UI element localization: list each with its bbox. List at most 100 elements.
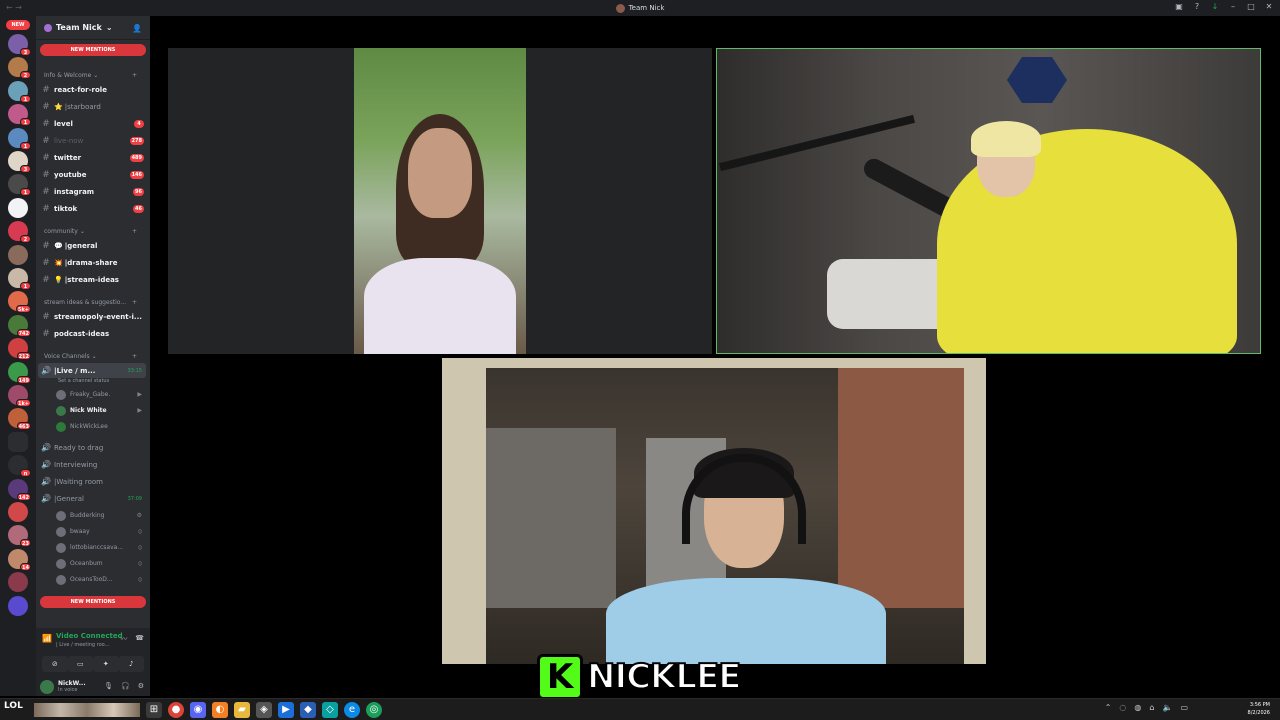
battery-icon[interactable]: ▭ — [1180, 703, 1188, 712]
video-tile-3[interactable] — [442, 358, 986, 664]
explorer-icon[interactable]: ▰ — [234, 702, 250, 718]
headphones-icon[interactable]: 🎧 — [121, 682, 130, 690]
user-panel[interactable]: NickW... In voice 🎙 🎧 ⚙ — [36, 678, 150, 696]
channel-drama-share[interactable]: # 💥 | drama-share — [38, 255, 146, 270]
server-icon[interactable]: 742 — [8, 314, 31, 337]
new-mentions-bottom-button[interactable]: NEW MENTIONS — [40, 596, 146, 608]
voice-user[interactable]: OceansTooD... ⦸ — [56, 572, 146, 587]
server-icon[interactable]: 3 — [8, 34, 31, 56]
app-icon[interactable]: ▶ — [278, 702, 294, 718]
voice-channel-live[interactable]: 🔊 | Live / m... 33:15 — [38, 363, 146, 378]
server-icon[interactable]: 463 — [8, 408, 31, 431]
clock[interactable]: 3:56 PM 8/2/2026 — [1248, 701, 1270, 717]
channel-podcast-ideas[interactable]: # podcast-ideas — [38, 326, 146, 341]
app-icon[interactable]: ◆ — [300, 702, 316, 718]
category-voice[interactable]: Voice Channels ⌄ + — [44, 353, 137, 360]
gear-icon[interactable]: ⚙ — [138, 682, 144, 690]
category-stream-ideas[interactable]: stream ideas & suggestio... + — [44, 299, 137, 306]
voice-user[interactable]: Budderking ⚙ — [56, 508, 146, 523]
server-icon[interactable]: 23 — [8, 525, 31, 548]
channel-starboard[interactable]: # ⭐ | starboard — [38, 99, 146, 114]
close-icon[interactable]: ✕ — [1264, 2, 1274, 12]
channel-twitter[interactable]: # twitter 489 — [38, 150, 146, 165]
disconnect-icon[interactable]: ☎ — [135, 634, 144, 644]
add-person-icon[interactable]: 👤 — [132, 24, 142, 33]
voice-user[interactable]: lottobianccsava... ⦸ — [56, 540, 146, 555]
server-icon[interactable]: 14 — [8, 548, 31, 571]
server-icon[interactable]: 2 — [8, 57, 31, 80]
minimize-icon[interactable]: – — [1228, 2, 1238, 12]
noise-suppression-icon[interactable]: 〰 — [120, 634, 127, 644]
channel-stream-ideas[interactable]: # 💡 | stream-ideas — [38, 272, 146, 287]
server-icon[interactable]: 1 — [8, 104, 31, 127]
download-icon[interactable]: ↓ — [1210, 2, 1220, 12]
server-icon[interactable]: 5k+ — [8, 291, 31, 314]
camera-off-button[interactable]: ⊘ — [42, 656, 68, 672]
channel-react-for-role[interactable]: # react-for-role — [38, 82, 146, 97]
server-icon[interactable] — [8, 502, 28, 522]
voice-user[interactable]: Freaky_Gabe. ▶ — [56, 387, 146, 402]
soundboard-button[interactable]: ♪ — [118, 656, 144, 672]
back-forward-icon[interactable]: ← → — [6, 3, 22, 12]
voice-channel-general[interactable]: 🔊 | General 37:09 — [38, 491, 146, 506]
channel-youtube[interactable]: # youtube 146 — [38, 167, 146, 182]
server-icon[interactable] — [8, 431, 28, 452]
maximize-icon[interactable]: □ — [1246, 2, 1256, 12]
server-icon[interactable]: 1 — [8, 174, 31, 197]
discord-icon[interactable]: ◉ — [190, 702, 206, 718]
voice-channel-interviewing[interactable]: 🔊 Interviewing — [38, 457, 146, 472]
chevron-up-icon[interactable]: ⌃ — [1105, 703, 1112, 712]
channel-general[interactable]: # 💬 | general — [38, 238, 146, 253]
tray-icon[interactable]: ◌ — [1119, 703, 1126, 712]
tray-icon[interactable]: ◍ — [1134, 703, 1141, 712]
inbox-icon[interactable]: ▣ — [1174, 2, 1184, 12]
app-icon[interactable]: ◎ — [366, 702, 382, 718]
voice-channel-ready[interactable]: 🔊 Ready to drag — [38, 440, 146, 455]
server-icon[interactable] — [8, 595, 28, 616]
channel-level[interactable]: # level 4 — [38, 116, 146, 131]
server-icon[interactable]: 212 — [8, 338, 31, 361]
network-icon[interactable]: ⌂ — [1149, 703, 1154, 712]
new-badge[interactable]: NEW — [6, 20, 30, 30]
volume-icon[interactable]: 🔈 — [1162, 703, 1172, 712]
channel-status[interactable]: Set a channel status — [58, 378, 109, 384]
microphone-icon[interactable]: 🎙 — [104, 682, 113, 690]
server-icon[interactable] — [8, 244, 28, 265]
server-icon[interactable]: 1k+ — [8, 385, 31, 407]
server-icon[interactable] — [8, 572, 28, 593]
server-icon[interactable]: 1 — [8, 268, 31, 290]
voice-channel-name[interactable]: | Live / meeting roo... — [56, 642, 109, 648]
help-icon[interactable]: ? — [1192, 2, 1202, 12]
server-icon[interactable]: n — [8, 455, 31, 478]
server-icon[interactable] — [8, 197, 28, 218]
voice-user[interactable]: NickWickLee — [56, 419, 146, 434]
app-icon[interactable]: ◈ — [256, 702, 272, 718]
server-icon[interactable]: 1 — [8, 80, 31, 103]
channel-streamopoly[interactable]: # streamopoly-event-i... — [38, 309, 146, 324]
screen-share-button[interactable]: ▭ — [67, 656, 93, 672]
category-community[interactable]: community ⌄ + — [44, 228, 137, 235]
voice-channel-waiting[interactable]: 🔊 | Waiting room — [38, 474, 146, 489]
voice-user[interactable]: Nick White ▶ — [56, 403, 146, 418]
voice-user[interactable]: Oceanbum ⦸ — [56, 556, 146, 571]
signal-icon[interactable]: 📶 — [42, 634, 52, 643]
start-icon[interactable]: ⊞ — [146, 702, 162, 718]
server-icon[interactable]: 1 — [8, 127, 31, 150]
video-tile-2-speaking[interactable] — [716, 48, 1261, 354]
channel-tiktok[interactable]: # tiktok 46 — [38, 201, 146, 216]
server-header[interactable]: Team Nick ⌄ 👤 — [36, 16, 150, 40]
server-icon[interactable]: 142 — [8, 478, 31, 501]
server-icon[interactable]: 2 — [8, 221, 31, 244]
server-icon[interactable]: 3 — [8, 151, 31, 173]
chrome-icon[interactable]: ● — [168, 702, 184, 718]
channel-instagram[interactable]: # instagram 96 — [38, 184, 146, 199]
server-icon[interactable]: 149 — [8, 361, 31, 384]
obs-icon[interactable]: ◐ — [212, 702, 228, 718]
new-mentions-top-button[interactable]: NEW MENTIONS — [40, 44, 146, 56]
voice-user[interactable]: bwaay ⦸ — [56, 524, 146, 539]
video-tile-1[interactable] — [168, 48, 712, 354]
app-icon[interactable]: ◇ — [322, 702, 338, 718]
category-info[interactable]: Info & Welcome ⌄ + — [44, 72, 137, 79]
channel-live-now[interactable]: # live-now 278 — [38, 133, 146, 148]
activities-button[interactable]: ✦ — [93, 656, 119, 672]
